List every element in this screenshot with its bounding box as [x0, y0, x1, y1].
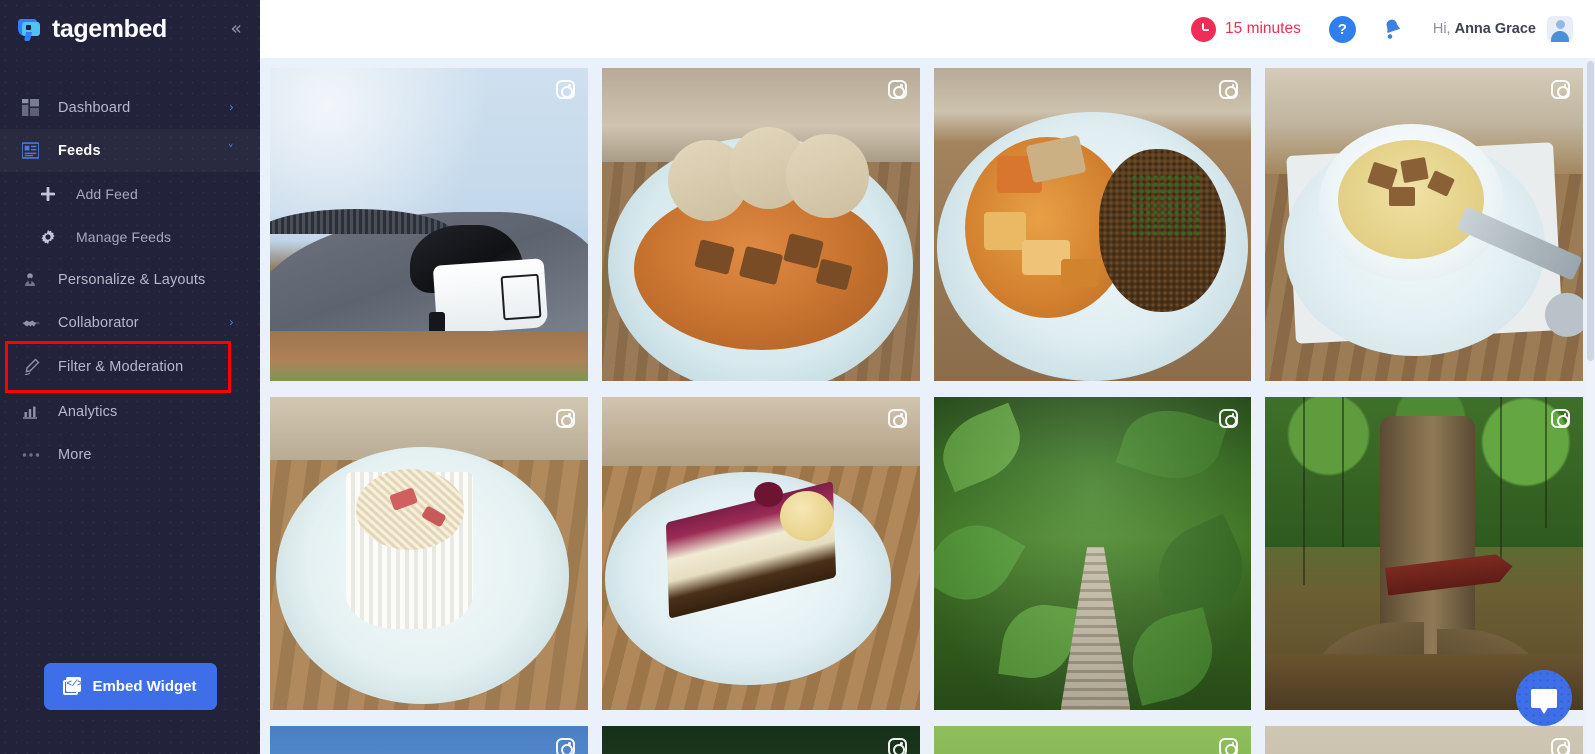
- brand-logo[interactable]: tagembed: [16, 15, 167, 44]
- bar-chart-icon: [22, 404, 48, 420]
- feed-tile[interactable]: [933, 726, 1252, 754]
- user-name: Anna Grace: [1454, 21, 1536, 37]
- sidebar-item-label: Collaborator: [58, 314, 139, 331]
- chevron-right-icon: ›: [228, 100, 234, 115]
- sidebar-item-add-feed[interactable]: Add Feed: [0, 172, 260, 215]
- person-paint-icon: [22, 272, 48, 288]
- feed-photo: [933, 68, 1252, 381]
- feed-photo: [601, 726, 920, 754]
- sidebar-item-label: Filter & Moderation: [58, 359, 184, 375]
- clock-icon: [1191, 16, 1217, 42]
- instagram-icon: [887, 738, 907, 754]
- app-root: tagembed « Dashboard › Feeds ˅ Add Feed …: [0, 0, 1595, 754]
- instagram-icon: [887, 409, 907, 428]
- feed-photo: [270, 726, 588, 754]
- feed-photo: [601, 68, 920, 381]
- chevron-double-left-icon[interactable]: «: [230, 19, 242, 39]
- feed-tile[interactable]: [601, 68, 920, 381]
- embed-widget-label: Embed Widget: [92, 678, 197, 695]
- feed-grid: [270, 68, 1583, 754]
- feed-photo: [933, 397, 1252, 710]
- instagram-icon: [555, 409, 575, 428]
- ellipsis-icon: [22, 452, 48, 458]
- sidebar-item-feeds[interactable]: Feeds ˅: [0, 129, 260, 172]
- instagram-icon: [1219, 409, 1239, 428]
- sidebar-item-personalize-layouts[interactable]: Personalize & Layouts: [0, 258, 260, 301]
- feed-tile[interactable]: [1265, 726, 1583, 754]
- notifications-button[interactable]: [1382, 18, 1403, 40]
- instagram-icon: [1551, 80, 1570, 99]
- sidebar-item-filter-moderation[interactable]: Filter & Moderation: [5, 341, 231, 393]
- code-embed-icon: </>: [63, 677, 83, 696]
- vertical-scrollbar[interactable]: [1586, 58, 1595, 754]
- top-bar: 15 minutes ? Hi, Anna Grace: [260, 0, 1595, 58]
- pen-brush-icon: [22, 358, 48, 376]
- feed-tile[interactable]: [933, 397, 1252, 710]
- sidebar-item-analytics[interactable]: Analytics: [0, 390, 260, 433]
- user-avatar-icon[interactable]: [1547, 16, 1573, 42]
- feed-photo: [1265, 68, 1583, 381]
- instagram-icon: [1219, 738, 1239, 754]
- feed-photo: [270, 68, 588, 381]
- help-button[interactable]: ?: [1328, 15, 1356, 43]
- dashboard-grid-icon: [22, 99, 48, 116]
- greeting-text: Hi, Anna Grace: [1433, 21, 1536, 37]
- feed-tile[interactable]: [601, 397, 920, 710]
- bell-icon: [1386, 19, 1401, 39]
- sidebar-item-label: Personalize & Layouts: [58, 271, 206, 288]
- feed-tile[interactable]: [270, 726, 588, 754]
- feed-photo: [601, 397, 920, 710]
- feed-tile[interactable]: [933, 68, 1252, 381]
- feed-tile[interactable]: [270, 68, 588, 381]
- sidebar-nav: Dashboard › Feeds ˅ Add Feed Manage Feed…: [0, 86, 260, 663]
- sidebar-item-label: Feeds: [58, 142, 101, 159]
- gear-icon: [40, 229, 66, 245]
- user-greeting[interactable]: Hi, Anna Grace: [1433, 16, 1573, 42]
- instagram-icon: [1219, 80, 1239, 99]
- feed-tile[interactable]: [601, 726, 920, 754]
- chevron-down-icon: ˅: [227, 143, 235, 158]
- feed-tile[interactable]: [1265, 68, 1583, 381]
- tagembed-logo-icon: [16, 16, 43, 43]
- instagram-icon: [1551, 409, 1570, 428]
- instagram-icon: [555, 80, 575, 99]
- sidebar-item-label: More: [58, 446, 92, 463]
- instagram-icon: [555, 738, 575, 754]
- feed-photo: [270, 397, 588, 710]
- sidebar-item-label: Add Feed: [76, 185, 138, 202]
- question-mark-icon: ?: [1337, 20, 1347, 38]
- brand-name: tagembed: [52, 14, 167, 43]
- main-area: 15 minutes ? Hi, Anna Grace: [260, 0, 1595, 754]
- sidebar-item-collaborator[interactable]: Collaborator ›: [0, 301, 260, 344]
- scrollbar-thumb[interactable]: [1587, 61, 1594, 361]
- feed-tile[interactable]: [1265, 397, 1583, 710]
- handshake-icon: [22, 315, 48, 331]
- chevron-right-icon: ›: [228, 315, 234, 330]
- timer-label: 15 minutes: [1225, 20, 1301, 37]
- feed-photo: [933, 726, 1252, 754]
- embed-widget-button[interactable]: </> Embed Widget: [43, 663, 217, 710]
- sidebar-item-label: Analytics: [58, 403, 118, 420]
- feed-photo: [1265, 397, 1583, 710]
- brand-row: tagembed «: [0, 0, 260, 58]
- feed-photo: [1265, 726, 1583, 754]
- sidebar-item-label: Manage Feeds: [76, 228, 172, 245]
- feeds-list-icon: [22, 142, 48, 159]
- instagram-icon: [1551, 738, 1570, 754]
- greeting-prefix: Hi,: [1432, 21, 1455, 37]
- instagram-icon: [887, 80, 907, 99]
- sidebar-item-manage-feeds[interactable]: Manage Feeds: [0, 215, 260, 258]
- sidebar: tagembed « Dashboard › Feeds ˅ Add Feed …: [0, 0, 260, 754]
- feed-grid-container: [260, 58, 1595, 754]
- chat-bubble-icon[interactable]: [1516, 670, 1572, 726]
- sidebar-item-more[interactable]: More: [0, 433, 260, 476]
- sidebar-item-label: Dashboard: [58, 99, 131, 116]
- plus-icon: [40, 186, 66, 202]
- session-timer[interactable]: 15 minutes: [1191, 16, 1301, 42]
- sidebar-item-dashboard[interactable]: Dashboard ›: [0, 86, 260, 129]
- feed-tile[interactable]: [270, 397, 588, 710]
- embed-widget-area: </> Embed Widget: [0, 663, 260, 754]
